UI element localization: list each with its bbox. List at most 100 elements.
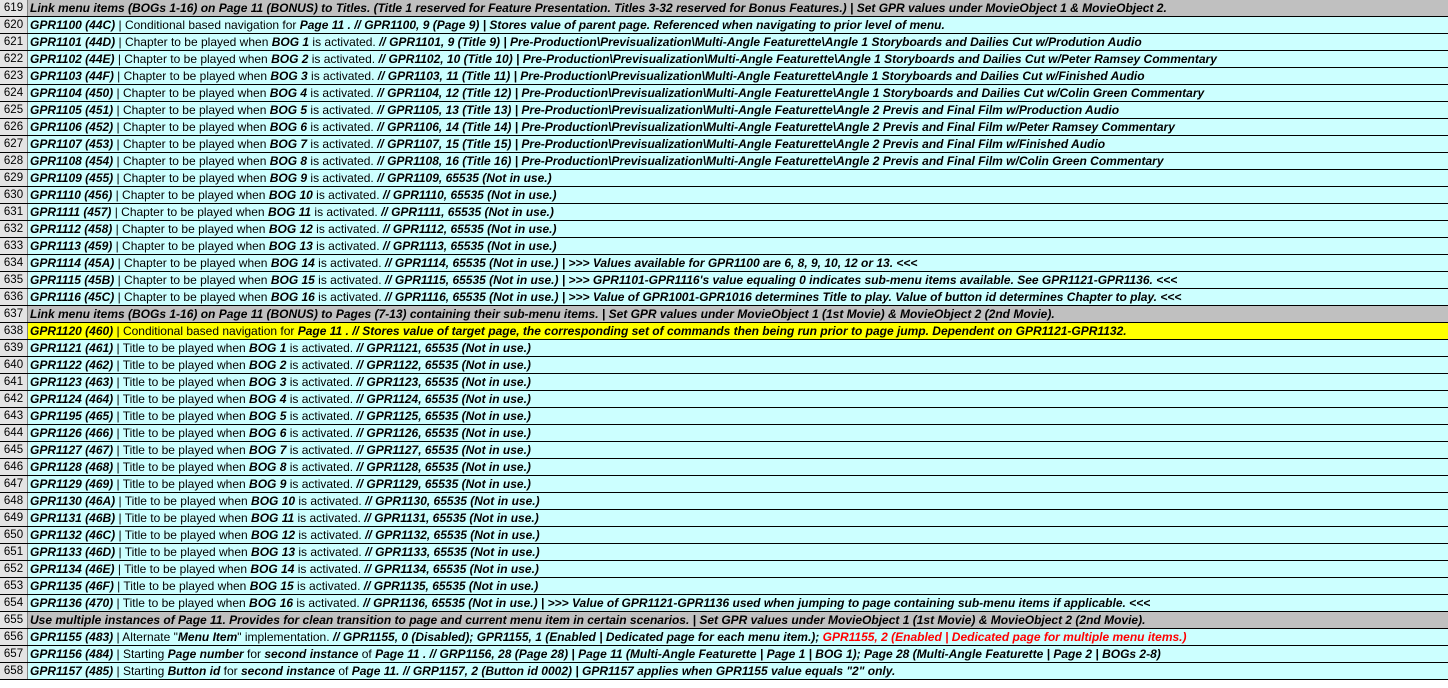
table-row[interactable]: 627 GPR1107 (453) | Chapter to be played … [0, 136, 1448, 153]
row-number-header[interactable]: 658 [0, 663, 28, 679]
data-cell[interactable]: GPR1100 (44C) | Conditional based naviga… [28, 17, 1448, 33]
row-number-header[interactable]: 636 [0, 289, 28, 305]
row-number-header[interactable]: 646 [0, 459, 28, 475]
row-number-header[interactable]: 642 [0, 391, 28, 407]
data-cell[interactable]: GPR1120 (460) | Conditional based naviga… [28, 323, 1448, 339]
data-cell[interactable]: GPR1103 (44F) | Chapter to be played whe… [28, 68, 1448, 84]
row-number-header[interactable]: 654 [0, 595, 28, 611]
row-number-header[interactable]: 622 [0, 51, 28, 67]
data-cell[interactable]: GPR1124 (464) | Title to be played when … [28, 391, 1448, 407]
table-row[interactable]: 620 GPR1100 (44C) | Conditional based nav… [0, 17, 1448, 34]
table-row[interactable]: 640 GPR1122 (462) | Title to be played wh… [0, 357, 1448, 374]
row-number-header[interactable]: 634 [0, 255, 28, 271]
table-row[interactable]: 652 GPR1134 (46E) | Title to be played wh… [0, 561, 1448, 578]
data-cell[interactable]: GPR1132 (46C) | Title to be played when … [28, 527, 1448, 543]
data-cell[interactable]: GPR1133 (46D) | Title to be played when … [28, 544, 1448, 560]
table-row[interactable]: 654 GPR1136 (470) | Title to be played wh… [0, 595, 1448, 612]
data-cell[interactable]: GPR1134 (46E) | Title to be played when … [28, 561, 1448, 577]
data-cell[interactable]: GPR1101 (44D) | Chapter to be played whe… [28, 34, 1448, 50]
data-cell[interactable]: GPR1106 (452) | Chapter to be played whe… [28, 119, 1448, 135]
table-row[interactable]: 641 GPR1123 (463) | Title to be played wh… [0, 374, 1448, 391]
table-row[interactable]: 643 GPR1195 (465) | Title to be played wh… [0, 408, 1448, 425]
row-number-header[interactable]: 655 [0, 612, 28, 628]
row-number-header[interactable]: 621 [0, 34, 28, 50]
section-header-cell[interactable]: Use multiple instances of Page 11. Provi… [28, 612, 1448, 628]
row-number-header[interactable]: 644 [0, 425, 28, 441]
data-cell[interactable]: GPR1136 (470) | Title to be played when … [28, 595, 1448, 611]
table-row[interactable]: 650 GPR1132 (46C) | Title to be played wh… [0, 527, 1448, 544]
data-cell[interactable]: GPR1126 (466) | Title to be played when … [28, 425, 1448, 441]
table-row[interactable]: 642 GPR1124 (464) | Title to be played wh… [0, 391, 1448, 408]
section-header-cell[interactable]: Link menu items (BOGs 1-16) on Page 11 (… [28, 0, 1448, 16]
table-row[interactable]: 648 GPR1130 (46A) | Title to be played wh… [0, 493, 1448, 510]
table-row[interactable]: 645 GPR1127 (467) | Title to be played wh… [0, 442, 1448, 459]
data-cell[interactable]: GPR1123 (463) | Title to be played when … [28, 374, 1448, 390]
row-number-header[interactable]: 635 [0, 272, 28, 288]
data-cell[interactable]: GPR1113 (459) | Chapter to be played whe… [28, 238, 1448, 254]
row-number-header[interactable]: 648 [0, 493, 28, 509]
data-cell[interactable]: GPR1129 (469) | Title to be played when … [28, 476, 1448, 492]
table-row[interactable]: 625 GPR1105 (451) | Chapter to be played … [0, 102, 1448, 119]
row-number-header[interactable]: 631 [0, 204, 28, 220]
row-number-header[interactable]: 627 [0, 136, 28, 152]
row-number-header[interactable]: 628 [0, 153, 28, 169]
table-row[interactable]: 619 Link menu items (BOGs 1-16) on Page 1… [0, 0, 1448, 17]
data-cell[interactable]: GPR1111 (457) | Chapter to be played whe… [28, 204, 1448, 220]
data-cell[interactable]: GPR1112 (458) | Chapter to be played whe… [28, 221, 1448, 237]
row-number-header[interactable]: 649 [0, 510, 28, 526]
row-number-header[interactable]: 623 [0, 68, 28, 84]
data-cell[interactable]: GPR1109 (455) | Chapter to be played whe… [28, 170, 1448, 186]
data-cell[interactable]: GPR1114 (45A) | Chapter to be played whe… [28, 255, 1448, 271]
row-number-header[interactable]: 653 [0, 578, 28, 594]
table-row[interactable]: 634 GPR1114 (45A) | Chapter to be played … [0, 255, 1448, 272]
table-row[interactable]: 658 GPR1157 (485) | Starting Button id fo… [0, 663, 1448, 680]
data-cell[interactable]: GPR1107 (453) | Chapter to be played whe… [28, 136, 1448, 152]
section-header-cell[interactable]: Link menu items (BOGs 1-16) on Page 11 (… [28, 306, 1448, 322]
table-row[interactable]: 631 GPR1111 (457) | Chapter to be played … [0, 204, 1448, 221]
row-number-header[interactable]: 632 [0, 221, 28, 237]
data-cell[interactable]: GPR1128 (468) | Title to be played when … [28, 459, 1448, 475]
table-row[interactable]: 622 GPR1102 (44E) | Chapter to be played … [0, 51, 1448, 68]
row-number-header[interactable]: 637 [0, 306, 28, 322]
data-cell[interactable]: GPR1131 (46B) | Title to be played when … [28, 510, 1448, 526]
row-number-header[interactable]: 624 [0, 85, 28, 101]
table-row[interactable]: 657 GPR1156 (484) | Starting Page number … [0, 646, 1448, 663]
table-row[interactable]: 633 GPR1113 (459) | Chapter to be played … [0, 238, 1448, 255]
data-cell[interactable]: GPR1127 (467) | Title to be played when … [28, 442, 1448, 458]
data-cell[interactable]: GPR1156 (484) | Starting Page number for… [28, 646, 1448, 662]
data-cell[interactable]: GPR1130 (46A) | Title to be played when … [28, 493, 1448, 509]
table-row[interactable]: 651 GPR1133 (46D) | Title to be played wh… [0, 544, 1448, 561]
table-row[interactable]: 626 GPR1106 (452) | Chapter to be played … [0, 119, 1448, 136]
data-cell[interactable]: GPR1105 (451) | Chapter to be played whe… [28, 102, 1448, 118]
row-number-header[interactable]: 656 [0, 629, 28, 645]
table-row[interactable]: 636 GPR1116 (45C) | Chapter to be played … [0, 289, 1448, 306]
data-cell[interactable]: GPR1116 (45C) | Chapter to be played whe… [28, 289, 1448, 305]
row-number-header[interactable]: 633 [0, 238, 28, 254]
table-row[interactable]: 646 GPR1128 (468) | Title to be played wh… [0, 459, 1448, 476]
table-row[interactable]: 655 Use multiple instances of Page 11. Pr… [0, 612, 1448, 629]
table-row[interactable]: 630 GPR1110 (456) | Chapter to be played … [0, 187, 1448, 204]
table-row[interactable]: 647 GPR1129 (469) | Title to be played wh… [0, 476, 1448, 493]
table-row[interactable]: 621 GPR1101 (44D) | Chapter to be played … [0, 34, 1448, 51]
table-row[interactable]: 653 GPR1135 (46F) | Title to be played wh… [0, 578, 1448, 595]
table-row[interactable]: 624 GPR1104 (450) | Chapter to be played … [0, 85, 1448, 102]
data-cell[interactable]: GPR1121 (461) | Title to be played when … [28, 340, 1448, 356]
row-number-header[interactable]: 650 [0, 527, 28, 543]
table-row[interactable]: 638 GPR1120 (460) | Conditional based nav… [0, 323, 1448, 340]
row-number-header[interactable]: 652 [0, 561, 28, 577]
row-number-header[interactable]: 647 [0, 476, 28, 492]
row-number-header[interactable]: 651 [0, 544, 28, 560]
data-cell[interactable]: GPR1104 (450) | Chapter to be played whe… [28, 85, 1448, 101]
table-row[interactable]: 632 GPR1112 (458) | Chapter to be played … [0, 221, 1448, 238]
row-number-header[interactable]: 639 [0, 340, 28, 356]
table-row[interactable]: 623 GPR1103 (44F) | Chapter to be played … [0, 68, 1448, 85]
table-row[interactable]: 635 GPR1115 (45B) | Chapter to be played … [0, 272, 1448, 289]
row-number-header[interactable]: 657 [0, 646, 28, 662]
table-row[interactable]: 649 GPR1131 (46B) | Title to be played wh… [0, 510, 1448, 527]
data-cell[interactable]: GPR1122 (462) | Title to be played when … [28, 357, 1448, 373]
data-cell[interactable]: GPR1155 (483) | Alternate "Menu Item" im… [28, 629, 1448, 645]
row-number-header[interactable]: 645 [0, 442, 28, 458]
row-number-header[interactable]: 619 [0, 0, 28, 16]
row-number-header[interactable]: 625 [0, 102, 28, 118]
row-number-header[interactable]: 641 [0, 374, 28, 390]
